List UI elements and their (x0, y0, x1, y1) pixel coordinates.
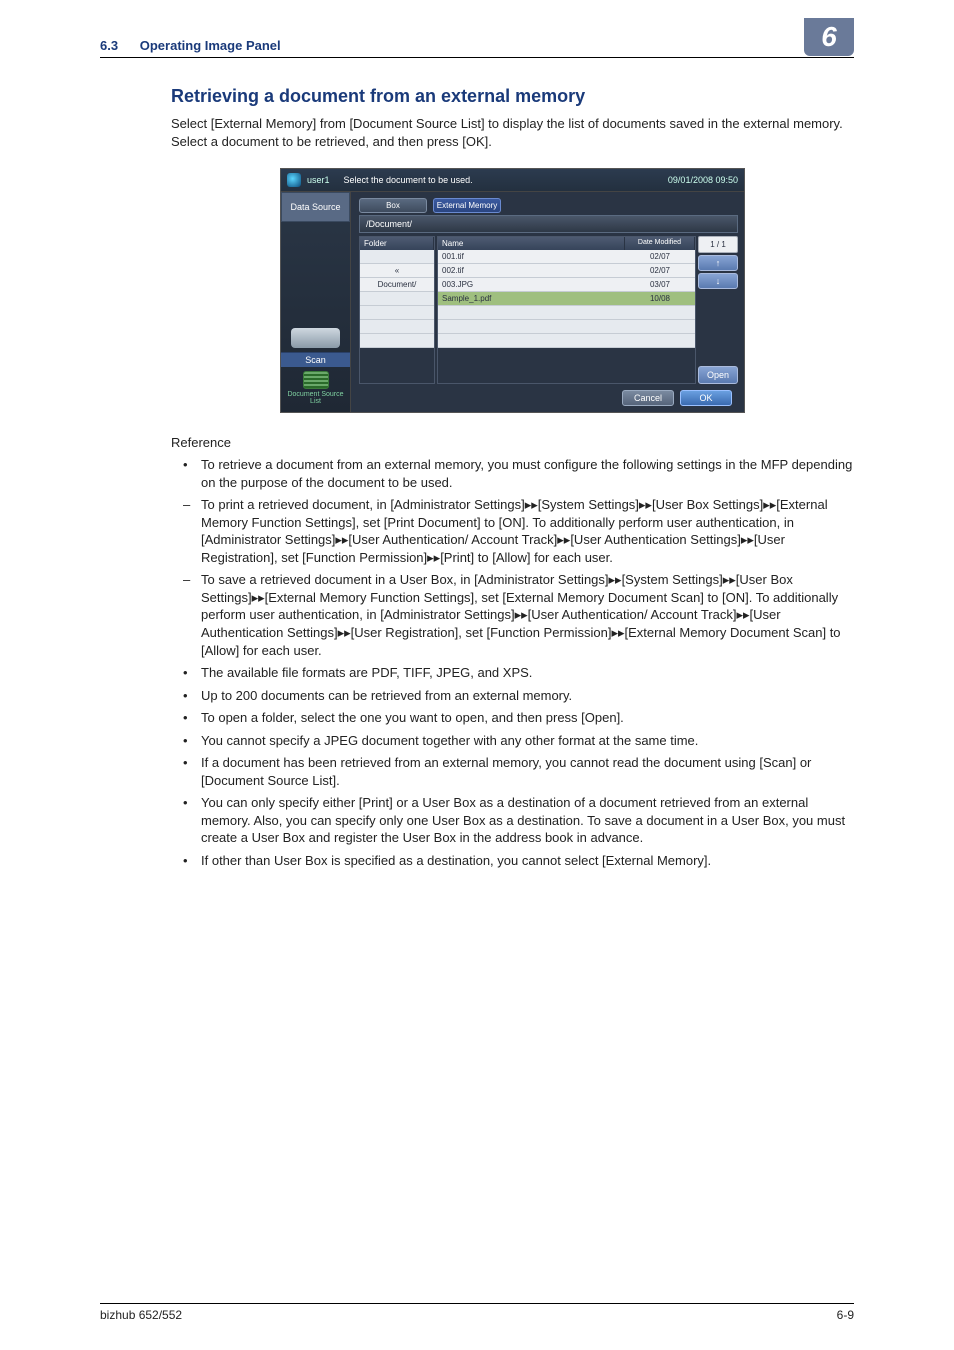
tab-external-memory[interactable]: External Memory (433, 198, 501, 213)
section-number: 6.3 (100, 38, 118, 53)
list-item: The available file formats are PDF, TIFF… (171, 664, 854, 682)
file-row[interactable]: Sample_1.pdf10/08 (438, 292, 695, 306)
page-footer: bizhub 652/552 6-9 (100, 1303, 854, 1322)
folder-row (360, 320, 434, 334)
folder-row (360, 334, 434, 348)
page-up-button[interactable]: ↑ (698, 255, 738, 271)
date-header: Date Modified (625, 237, 695, 250)
intro-paragraph: Select [External Memory] from [Document … (171, 115, 854, 150)
footer-left: bizhub 652/552 (100, 1308, 182, 1322)
list-item: You cannot specify a JPEG document toget… (171, 732, 854, 750)
file-row[interactable]: 002.tif02/07 (438, 264, 695, 278)
list-item: To retrieve a document from an external … (171, 456, 854, 491)
page-heading: Retrieving a document from an external m… (171, 86, 854, 107)
panel-datetime: 09/01/2008 09:50 (668, 175, 738, 185)
list-item: To print a retrieved document, in [Admin… (171, 496, 854, 566)
list-item: To save a retrieved document in a User B… (171, 571, 854, 659)
scan-icon (291, 328, 340, 348)
file-row (438, 306, 695, 320)
list-item: To open a folder, select the one you wan… (171, 709, 854, 727)
footer-right: 6-9 (837, 1308, 854, 1322)
file-row (438, 334, 695, 348)
page-header: 6.3 Operating Image Panel (100, 38, 854, 58)
name-header: Name (438, 237, 625, 250)
ok-button[interactable]: OK (680, 390, 732, 406)
reference-bullets-top: To retrieve a document from an external … (171, 456, 854, 491)
tab-box[interactable]: Box (359, 198, 427, 213)
path-bar: /Document/ (359, 215, 738, 233)
folder-header: Folder (360, 237, 434, 250)
folder-row (360, 292, 434, 306)
list-item: You can only specify either [Print] or a… (171, 794, 854, 847)
folder-column: Folder «Document/ (359, 236, 435, 384)
section-title: Operating Image Panel (140, 38, 281, 53)
page-indicator: 1 / 1 (698, 236, 738, 253)
folder-row[interactable]: « (360, 264, 434, 278)
folder-row[interactable]: Document/ (360, 278, 434, 292)
chapter-tab: 6 (804, 18, 854, 56)
doclist-label: Document Source List (287, 391, 343, 406)
file-row[interactable]: 001.tif02/07 (438, 250, 695, 264)
file-row (438, 320, 695, 334)
page-down-button[interactable]: ↓ (698, 273, 738, 289)
reference-dashes: To print a retrieved document, in [Admin… (171, 496, 854, 659)
mfp-panel: user1 Select the document to be used. 09… (280, 168, 745, 413)
cancel-button[interactable]: Cancel (622, 390, 674, 406)
header-section: 6.3 Operating Image Panel (100, 38, 281, 53)
list-icon (303, 371, 329, 389)
folder-row (360, 306, 434, 320)
list-item: If other than User Box is specified as a… (171, 852, 854, 870)
document-source-list-button[interactable]: Document Source List (281, 367, 350, 412)
reference-bullets-rest: The available file formats are PDF, TIFF… (171, 664, 854, 869)
list-item: If a document has been retrieved from an… (171, 754, 854, 789)
user-icon (287, 173, 301, 187)
file-row[interactable]: 003.JPG03/07 (438, 278, 695, 292)
panel-side: Data Source Scan Document Source List (281, 192, 351, 412)
reference-heading: Reference (171, 435, 854, 450)
scan-button[interactable]: Scan (281, 352, 350, 367)
folder-row (360, 250, 434, 264)
user-label: user1 (307, 175, 330, 185)
file-column: Name Date Modified 001.tif02/07002.tif02… (437, 236, 696, 384)
open-button[interactable]: Open (698, 366, 738, 384)
panel-topbar: user1 Select the document to be used. 09… (281, 169, 744, 192)
data-source-label: Data Source (281, 192, 350, 222)
list-item: Up to 200 documents can be retrieved fro… (171, 687, 854, 705)
panel-instruction: Select the document to be used. (344, 175, 668, 185)
